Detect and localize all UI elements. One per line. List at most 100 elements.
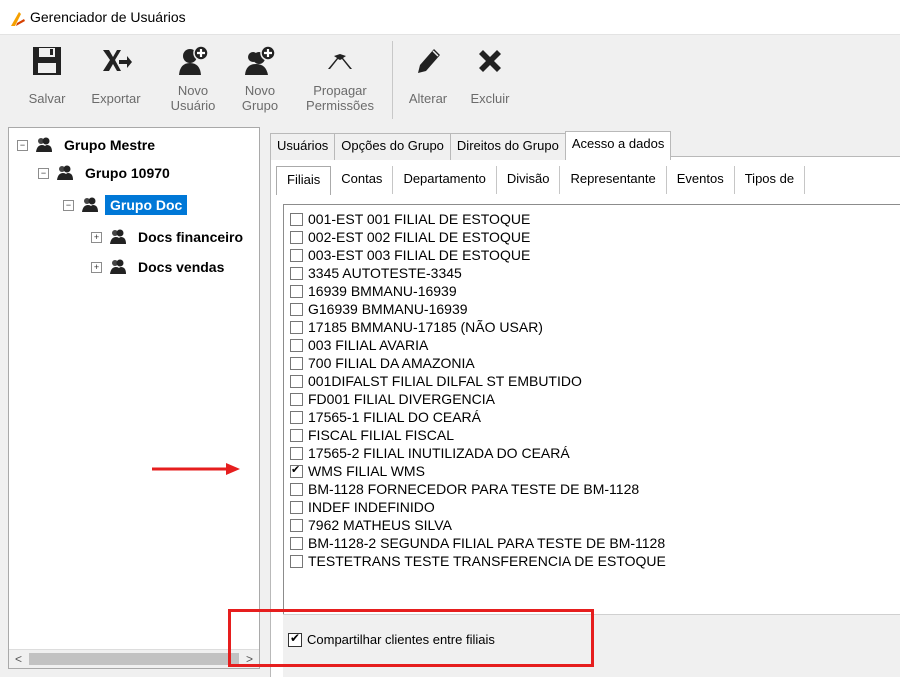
list-item[interactable]: 001DIFALST FILIAL DILFAL ST EMBUTIDO <box>290 372 582 390</box>
list-item[interactable]: FD001 FILIAL DIVERGENCIA <box>290 390 495 408</box>
add-group-icon <box>244 45 276 80</box>
checkbox[interactable] <box>290 392 303 406</box>
tab-direitos-do-grupo[interactable]: Direitos do Grupo <box>449 133 566 160</box>
checkbox[interactable] <box>290 266 303 280</box>
list-item[interactable]: 17565-1 FILIAL DO CEARÁ <box>290 408 481 426</box>
checkbox[interactable] <box>290 536 303 550</box>
subtab-tipos[interactable]: Tipos de <box>734 166 806 194</box>
highlight-annotation-box <box>228 609 594 667</box>
checkbox[interactable] <box>290 446 303 460</box>
list-item[interactable]: BM-1128 FORNECEDOR PARA TESTE DE BM-1128 <box>290 480 639 498</box>
collapse-toggle[interactable]: − <box>17 139 28 151</box>
checkbox-checked[interactable] <box>290 463 303 478</box>
edit-button[interactable]: Alterar <box>400 35 456 123</box>
list-item[interactable]: 16939 BMMANU-16939 <box>290 282 457 300</box>
list-item[interactable]: G16939 BMMANU-16939 <box>290 300 468 318</box>
export-button[interactable]: Exportar <box>82 35 150 123</box>
checkbox[interactable] <box>290 320 303 334</box>
checkbox[interactable] <box>290 428 303 442</box>
group-tree[interactable]: − Grupo Mestre − Grupo 10970 − Grupo Doc… <box>8 127 260 669</box>
list-item[interactable]: 002-EST 002 FILIAL DE ESTOQUE <box>290 228 530 246</box>
list-item-label: 17565-1 FILIAL DO CEARÁ <box>308 409 482 425</box>
save-label: Salvar <box>28 91 66 106</box>
checkbox[interactable] <box>290 338 303 352</box>
scroll-thumb[interactable] <box>29 653 239 665</box>
list-item[interactable]: 17565-2 FILIAL INUTILIZADA DO CEARÁ <box>290 444 570 462</box>
checkbox[interactable] <box>290 410 303 424</box>
list-item-label: INDEF INDEFINIDO <box>308 499 435 515</box>
window-title: Gerenciador de Usuários <box>30 9 186 25</box>
checkbox[interactable] <box>290 356 303 370</box>
list-item-label: 16939 BMMANU-16939 <box>308 283 457 299</box>
list-item[interactable]: 003 FILIAL AVARIA <box>290 336 428 354</box>
tree-horizontal-scrollbar[interactable]: < > <box>9 649 259 668</box>
list-item[interactable]: 001-EST 001 FILIAL DE ESTOQUE <box>290 210 530 228</box>
subtab-divisao[interactable]: Divisão <box>496 166 561 194</box>
collapse-toggle[interactable]: − <box>38 167 49 179</box>
expand-toggle[interactable]: + <box>91 231 102 243</box>
checkbox[interactable] <box>290 554 303 568</box>
list-item[interactable]: 17185 BMMANU-17185 (NÃO USAR) <box>290 318 543 336</box>
list-item-label: 001DIFALST FILIAL DILFAL ST EMBUTIDO <box>308 373 582 389</box>
list-item[interactable]: 3345 AUTOTESTE-3345 <box>290 264 462 282</box>
checkbox[interactable] <box>290 230 303 244</box>
list-item-label: WMS FILIAL WMS <box>308 463 425 479</box>
title-bar: Gerenciador de Usuários <box>0 0 900 35</box>
tree-item-docs-vendas[interactable]: + Docs vendas <box>91 256 229 278</box>
tree-item-grupo-10970[interactable]: − Grupo 10970 <box>38 162 175 184</box>
new-group-label: Novo Grupo <box>241 83 279 113</box>
user-group-icon <box>56 164 74 183</box>
list-item[interactable]: TESTETRANS TESTE TRANSFERENCIA DE ESTOQU… <box>290 552 666 570</box>
new-group-button[interactable]: Novo Grupo <box>233 35 287 123</box>
subtab-filiais[interactable]: Filiais <box>276 166 332 195</box>
subtab-representante[interactable]: Representante <box>560 166 667 194</box>
propagate-arrows-icon <box>324 45 356 80</box>
tree-item-label: Docs vendas <box>138 259 225 275</box>
propagate-label: Propagar Permissões <box>306 83 374 113</box>
list-item-label: 003-EST 003 FILIAL DE ESTOQUE <box>308 247 531 263</box>
tab-acesso-a-dados[interactable]: Acesso a dados <box>564 131 672 160</box>
subtab-contas[interactable]: Contas <box>331 166 394 194</box>
checkbox[interactable] <box>290 500 303 514</box>
list-item[interactable]: 7962 MATHEUS SILVA <box>290 516 452 534</box>
checkbox[interactable] <box>290 374 303 388</box>
collapse-toggle[interactable]: − <box>63 199 74 211</box>
expand-toggle[interactable]: + <box>91 261 102 273</box>
tree-item-grupo-mestre[interactable]: − Grupo Mestre <box>17 134 160 156</box>
save-button[interactable]: Salvar <box>24 35 70 123</box>
export-icon <box>100 45 132 80</box>
list-item-wms-filial[interactable]: WMS FILIAL WMS <box>290 462 425 480</box>
subtab-departamento[interactable]: Departamento <box>393 166 497 194</box>
list-item-label: TESTETRANS TESTE TRANSFERENCIA DE ESTOQU… <box>308 553 666 569</box>
list-item-label: G16939 BMMANU-16939 <box>308 301 468 317</box>
user-group-icon <box>109 228 127 247</box>
branch-checklist[interactable]: 001-EST 001 FILIAL DE ESTOQUE 002-EST 00… <box>283 204 900 615</box>
checkbox[interactable] <box>290 518 303 532</box>
delete-button[interactable]: Excluir <box>462 35 518 123</box>
scroll-left-arrow[interactable]: < <box>15 652 22 666</box>
list-item[interactable]: INDEF INDEFINIDO <box>290 498 435 516</box>
tab-usuarios[interactable]: Usuários <box>270 133 336 160</box>
checkbox[interactable] <box>290 212 303 226</box>
subtab-eventos[interactable]: Eventos <box>666 166 735 194</box>
checkbox[interactable] <box>290 302 303 316</box>
list-item-label: FD001 FILIAL DIVERGENCIA <box>308 391 495 407</box>
user-group-icon <box>109 258 127 277</box>
list-item[interactable]: 700 FILIAL DA AMAZONIA <box>290 354 475 372</box>
list-item-label: 003 FILIAL AVARIA <box>308 337 429 353</box>
list-item-label: 3345 AUTOTESTE-3345 <box>308 265 462 281</box>
checkbox[interactable] <box>290 248 303 262</box>
checkbox[interactable] <box>290 482 303 496</box>
new-user-button[interactable]: Novo Usuário <box>164 35 222 123</box>
checkbox[interactable] <box>290 284 303 298</box>
toolbar-separator <box>392 41 393 119</box>
tree-item-docs-financeiro[interactable]: + Docs financeiro <box>91 226 248 248</box>
list-item[interactable]: BM-1128-2 SEGUNDA FILIAL PARA TESTE DE B… <box>290 534 665 552</box>
tree-item-grupo-doc[interactable]: − Grupo Doc <box>63 194 188 216</box>
app-logo-icon <box>10 11 26 30</box>
list-item[interactable]: 003-EST 003 FILIAL DE ESTOQUE <box>290 246 530 264</box>
list-item-label: FISCAL FILIAL FISCAL <box>308 427 455 443</box>
propagate-permissions-button[interactable]: Propagar Permissões <box>295 35 385 123</box>
list-item[interactable]: FISCAL FILIAL FISCAL <box>290 426 454 444</box>
tab-opcoes-do-grupo[interactable]: Opções do Grupo <box>334 133 451 160</box>
